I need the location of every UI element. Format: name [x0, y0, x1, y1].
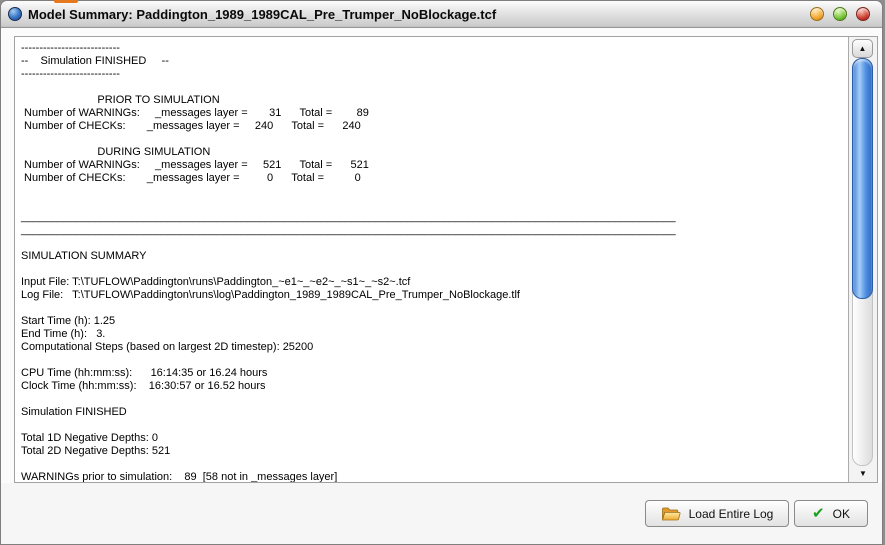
- ok-label: OK: [833, 507, 850, 521]
- title-bar[interactable]: Model Summary: Paddington_1989_1989CAL_P…: [1, 1, 882, 28]
- log-viewport[interactable]: --------------------------- -- Simulatio…: [15, 37, 849, 482]
- scroll-up-button[interactable]: ▲: [852, 39, 873, 58]
- ok-button[interactable]: ✔ OK: [794, 500, 868, 527]
- scrollbar-thumb[interactable]: [852, 58, 873, 299]
- open-folder-icon: [661, 506, 681, 522]
- minimize-button[interactable]: [810, 7, 824, 21]
- load-entire-log-label: Load Entire Log: [689, 507, 774, 521]
- log-text: --------------------------- -- Simulatio…: [21, 42, 848, 482]
- load-entire-log-button[interactable]: Load Entire Log: [645, 500, 789, 527]
- arrow-up-icon: ▲: [859, 44, 867, 53]
- check-icon: ✔: [812, 506, 825, 521]
- arrow-down-icon: ▼: [859, 469, 867, 478]
- vertical-scrollbar[interactable]: ▲ ▼: [849, 37, 877, 482]
- maximize-button[interactable]: [833, 7, 847, 21]
- background-window-sliver: [54, 0, 78, 3]
- button-panel: Load Entire Log ✔ OK: [1, 483, 882, 544]
- app-icon: [8, 7, 22, 21]
- log-scroll-pane: --------------------------- -- Simulatio…: [14, 36, 878, 483]
- close-button[interactable]: [856, 7, 870, 21]
- window-controls: [810, 7, 870, 21]
- window-title: Model Summary: Paddington_1989_1989CAL_P…: [28, 7, 496, 22]
- scroll-down-button[interactable]: ▼: [849, 468, 877, 480]
- model-summary-dialog: Model Summary: Paddington_1989_1989CAL_P…: [0, 0, 883, 545]
